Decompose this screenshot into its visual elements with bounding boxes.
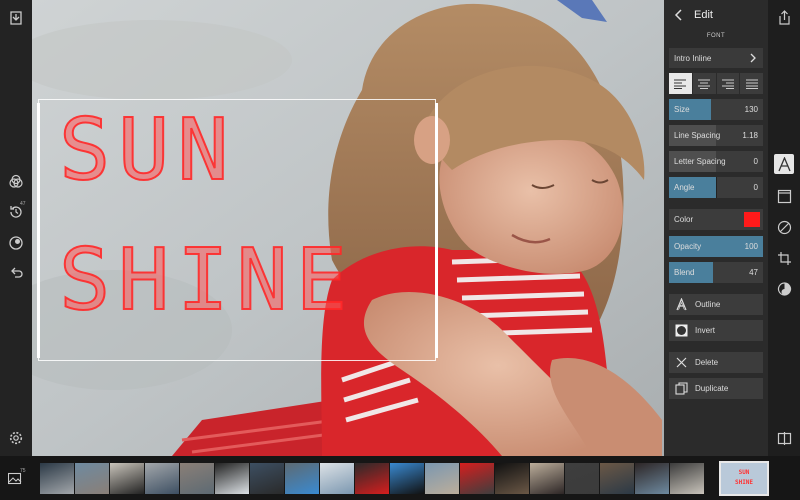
- download-icon[interactable]: [6, 8, 26, 28]
- panel-header: Edit: [664, 0, 768, 30]
- thumbnail[interactable]: [355, 463, 389, 494]
- chevron-right-icon: [750, 53, 756, 63]
- resize-handle-right[interactable]: [435, 103, 438, 358]
- align-justify-icon: [745, 79, 758, 89]
- outline-button[interactable]: Outline: [669, 294, 763, 315]
- thumbnail[interactable]: [495, 463, 529, 494]
- delete-button[interactable]: Delete: [669, 352, 763, 373]
- chevron-left-icon[interactable]: [672, 8, 686, 22]
- letter-spacing-slider[interactable]: Letter Spacing 0: [669, 151, 763, 172]
- line-spacing-value: 1.18: [742, 131, 758, 140]
- align-right-button[interactable]: [716, 73, 740, 94]
- line-spacing-slider[interactable]: Line Spacing 1.18: [669, 125, 763, 146]
- thumbnail[interactable]: [250, 463, 284, 494]
- thumbnail[interactable]: [145, 463, 179, 494]
- color-swatch[interactable]: [744, 212, 760, 227]
- outline-label: Outline: [695, 300, 721, 309]
- blend-label: Blend: [674, 268, 695, 277]
- invert-button[interactable]: Invert: [669, 320, 763, 341]
- thumbnail[interactable]: [110, 463, 144, 494]
- left-toolbar: 47: [0, 0, 32, 456]
- close-x-icon: [676, 357, 687, 368]
- thumbnail-selected[interactable]: SUN SHINE: [719, 461, 769, 496]
- blend-value: 47: [749, 268, 758, 277]
- thumbnail[interactable]: [390, 463, 424, 494]
- blend-slider[interactable]: Blend 47: [669, 262, 763, 283]
- brush-icon[interactable]: [6, 233, 26, 253]
- duplicate-button[interactable]: Duplicate: [669, 378, 763, 399]
- no-filter-icon[interactable]: [774, 217, 794, 237]
- gallery-count: 75: [20, 468, 26, 474]
- thumbnail[interactable]: [670, 463, 704, 494]
- settings-icon[interactable]: [6, 428, 26, 448]
- opacity-slider[interactable]: Opacity 100: [669, 236, 763, 257]
- align-left-button[interactable]: [669, 73, 692, 94]
- thumbnail[interactable]: [285, 463, 319, 494]
- compare-icon[interactable]: [774, 428, 794, 448]
- outline-a-icon: [676, 298, 687, 311]
- undo-icon[interactable]: [6, 263, 26, 283]
- align-justify-button[interactable]: [740, 73, 763, 94]
- thumb-text-line-2: SHINE: [734, 479, 754, 486]
- thumbnail[interactable]: [40, 463, 74, 494]
- section-label: FONT: [706, 33, 726, 39]
- panel-title: Edit: [694, 9, 713, 21]
- thumbnail[interactable]: [75, 463, 109, 494]
- alignment-group: [669, 73, 763, 94]
- layers-icon[interactable]: [6, 172, 26, 192]
- frame-icon[interactable]: [774, 186, 794, 206]
- delete-label: Delete: [695, 358, 719, 367]
- text-layer-box[interactable]: SUN SHINE: [37, 99, 438, 361]
- invert-label: Invert: [695, 326, 716, 335]
- color-label: Color: [674, 215, 694, 224]
- size-slider[interactable]: Size 130: [669, 99, 763, 120]
- thumb-text-line-1: SUN: [738, 469, 750, 476]
- size-label: Size: [674, 105, 690, 114]
- overlay-icon[interactable]: [774, 279, 794, 299]
- invert-circle-icon: [675, 324, 688, 337]
- history-badge: 47: [20, 201, 26, 207]
- history-icon[interactable]: 47: [6, 201, 26, 222]
- text-line-1[interactable]: SUN: [58, 107, 237, 194]
- thumbnail[interactable]: [180, 463, 214, 494]
- thumbnail[interactable]: [600, 463, 634, 494]
- align-center-button[interactable]: [692, 73, 716, 94]
- thumbnail[interactable]: [635, 463, 669, 494]
- thumbnail[interactable]: [320, 463, 354, 494]
- angle-slider[interactable]: Angle 0: [669, 177, 763, 198]
- angle-label: Angle: [674, 183, 695, 192]
- font-selector[interactable]: Intro Inline: [669, 48, 763, 68]
- thumbnail[interactable]: [565, 463, 599, 494]
- thumbnail[interactable]: [460, 463, 494, 494]
- text-line-2[interactable]: SHINE: [58, 237, 355, 324]
- letter-spacing-label: Letter Spacing: [674, 157, 726, 166]
- color-row[interactable]: Color: [669, 209, 763, 230]
- right-toolbar: [768, 0, 800, 456]
- duplicate-icon: [675, 382, 688, 395]
- font-name: Intro Inline: [674, 54, 712, 63]
- filmstrip: 75 SUN SHINE: [0, 456, 800, 500]
- thumbnail[interactable]: [215, 463, 249, 494]
- size-value: 130: [744, 105, 758, 114]
- align-center-icon: [698, 79, 711, 89]
- thumbnail[interactable]: [425, 463, 459, 494]
- line-spacing-label: Line Spacing: [674, 131, 721, 140]
- letter-spacing-value: 0: [753, 157, 758, 166]
- opacity-value: 100: [744, 242, 758, 251]
- align-right-icon: [721, 79, 734, 89]
- edit-panel: Edit FONT Intro Inline Size 130 Line Spa…: [664, 0, 768, 456]
- thumbnail[interactable]: [530, 463, 564, 494]
- text-icon[interactable]: [774, 154, 794, 174]
- angle-value: 0: [753, 183, 758, 192]
- opacity-label: Opacity: [674, 242, 702, 251]
- duplicate-label: Duplicate: [695, 384, 729, 393]
- photo-canvas[interactable]: SUN SHINE: [32, 0, 664, 456]
- angle-center-tick: [716, 177, 717, 198]
- resize-handle-left[interactable]: [37, 103, 40, 358]
- crop-icon[interactable]: [774, 248, 794, 268]
- align-left-icon: [674, 79, 687, 89]
- share-icon[interactable]: [774, 7, 794, 27]
